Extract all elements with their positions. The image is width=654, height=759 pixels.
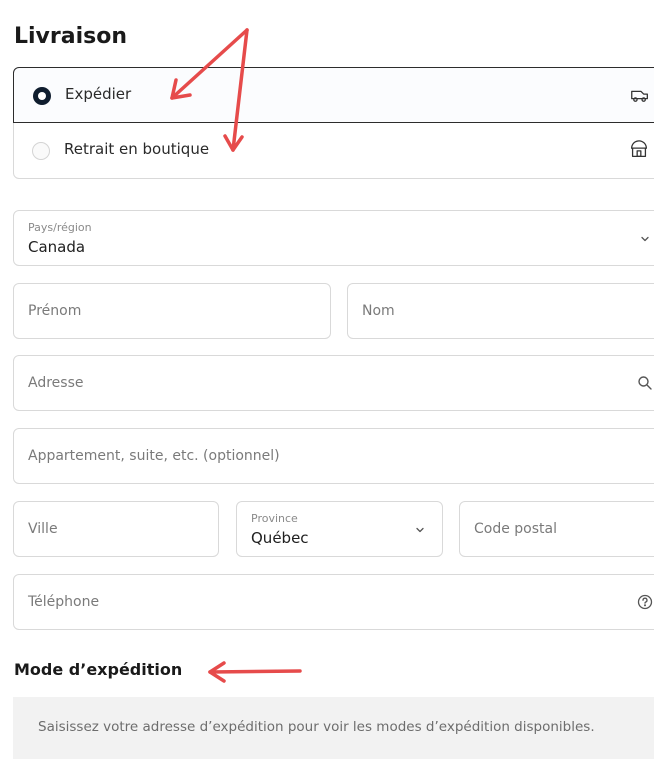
shipping-notice-text: Saisissez votre adresse d’expédition pou… bbox=[38, 719, 595, 735]
first-name-placeholder: Prénom bbox=[28, 303, 82, 319]
delivery-option-label: Retrait en boutique bbox=[64, 140, 210, 158]
country-label: Pays/région bbox=[28, 221, 92, 234]
delivery-option-ship[interactable]: Expédier bbox=[13, 67, 654, 123]
apartment-placeholder: Appartement, suite, etc. (optionnel) bbox=[28, 448, 280, 464]
delivery-title: Livraison bbox=[14, 24, 128, 49]
radio-unselected[interactable] bbox=[32, 142, 50, 160]
address-placeholder: Adresse bbox=[28, 375, 84, 391]
arrow-to-shipping-method-head bbox=[208, 661, 226, 683]
postal-code-placeholder: Code postal bbox=[474, 521, 557, 537]
phone-field[interactable]: Téléphone bbox=[13, 574, 654, 630]
last-name-placeholder: Nom bbox=[362, 303, 395, 319]
country-select[interactable]: Pays/région Canada bbox=[13, 210, 654, 266]
province-select[interactable]: Province Québec bbox=[236, 501, 443, 557]
first-name-field[interactable]: Prénom bbox=[13, 283, 331, 339]
city-field[interactable]: Ville bbox=[13, 501, 219, 557]
store-icon bbox=[631, 140, 647, 158]
chevron-down-icon bbox=[416, 527, 424, 533]
radio-selected[interactable] bbox=[33, 87, 51, 105]
chevron-down-icon bbox=[641, 236, 649, 242]
city-placeholder: Ville bbox=[28, 521, 58, 537]
truck-icon bbox=[631, 90, 648, 102]
shipping-method-title: Mode d’expédition bbox=[14, 660, 183, 679]
help-icon[interactable] bbox=[636, 593, 654, 611]
province-label: Province bbox=[251, 512, 298, 525]
postal-code-field[interactable]: Code postal bbox=[459, 501, 654, 557]
search-icon[interactable] bbox=[636, 374, 654, 392]
delivery-option-pickup[interactable]: Retrait en boutique bbox=[13, 123, 654, 179]
arrow-to-shipping-method bbox=[208, 669, 302, 674]
phone-placeholder: Téléphone bbox=[28, 594, 100, 610]
last-name-field[interactable]: Nom bbox=[347, 283, 654, 339]
apartment-field[interactable]: Appartement, suite, etc. (optionnel) bbox=[13, 428, 654, 484]
address-field[interactable]: Adresse bbox=[13, 355, 654, 411]
shipping-notice-box: Saisissez votre adresse d’expédition pou… bbox=[13, 697, 654, 759]
country-value: Canada bbox=[28, 238, 86, 256]
delivery-option-label: Expédier bbox=[65, 85, 132, 103]
province-value: Québec bbox=[251, 529, 309, 547]
